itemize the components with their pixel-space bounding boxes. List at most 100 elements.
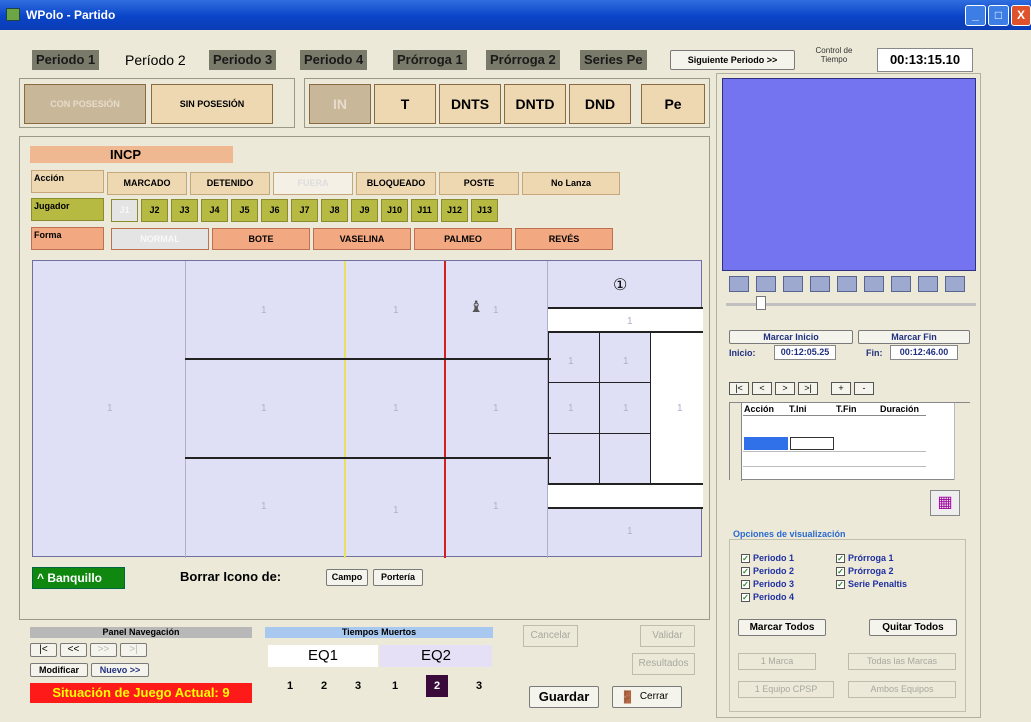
table-remove-button[interactable]: - (854, 382, 874, 395)
jugador-5-button[interactable]: J5 (231, 199, 258, 222)
forma-vaselina[interactable]: VASELINA (313, 228, 411, 250)
action-t-button[interactable]: T (374, 84, 436, 124)
action-in-button[interactable]: IN (309, 84, 371, 124)
timeout-eq2-2[interactable]: 2 (426, 675, 448, 697)
marcar-inicio-button[interactable]: Marcar Inicio (729, 330, 853, 344)
accion-fuera[interactable]: FUERA (273, 172, 353, 195)
accion-detenido[interactable]: DETENIDO (190, 172, 270, 195)
stop-icon[interactable] (783, 276, 803, 292)
jugador-3-button[interactable]: J3 (171, 199, 198, 222)
step-icon[interactable] (810, 276, 830, 292)
accion-poste[interactable]: POSTE (439, 172, 519, 195)
validar-button[interactable]: Validar (640, 625, 695, 647)
timeout-eq1-3[interactable]: 3 (347, 675, 369, 697)
tab-periodo-2[interactable]: Período 2 (121, 50, 190, 70)
close-button[interactable]: X (1011, 5, 1031, 26)
timeout-eq1-1[interactable]: 1 (279, 675, 301, 697)
inicio-field[interactable]: 00:12:05.25 (774, 345, 836, 360)
nav-last-button[interactable]: >| (120, 643, 147, 657)
video-player[interactable] (722, 78, 976, 271)
volume-icon[interactable] (945, 276, 965, 292)
check-periodo-1[interactable]: ✓ Periodo 1 (741, 553, 794, 564)
marcar-fin-button[interactable]: Marcar Fin (858, 330, 970, 344)
un-equipo-button[interactable]: 1 Equipo CPSP (738, 681, 834, 698)
resultados-button[interactable]: Resultados (632, 653, 695, 675)
action-dnd-button[interactable]: DND (569, 84, 631, 124)
frame-icon[interactable] (837, 276, 857, 292)
monitor-icon[interactable]: ▦ (930, 490, 960, 516)
table-last-button[interactable]: >| (798, 382, 818, 395)
una-marca-button[interactable]: 1 Marca (738, 653, 816, 670)
sin-posesion-button[interactable]: SIN POSESIÓN (151, 84, 273, 124)
jugador-10-button[interactable]: J10 (381, 199, 408, 222)
table-add-button[interactable]: + (831, 382, 851, 395)
jugador-13-button[interactable]: J13 (471, 199, 498, 222)
marcar-todos-button[interactable]: Marcar Todos (738, 619, 826, 636)
accion-no-lanza[interactable]: No Lanza (522, 172, 620, 195)
con-posesion-button[interactable]: CON POSESIÓN (24, 84, 146, 124)
quitar-todos-button[interactable]: Quitar Todos (869, 619, 957, 636)
check-periodo-3[interactable]: ✓ Periodo 3 (741, 579, 794, 590)
timeout-eq2-1[interactable]: 1 (384, 675, 406, 697)
forma-palmeo[interactable]: PALMEO (414, 228, 512, 250)
marks-table[interactable]: Acción T.Ini T.Fin Duración (729, 402, 970, 481)
cancelar-button[interactable]: Cancelar (523, 625, 578, 647)
jugador-7-button[interactable]: J7 (291, 199, 318, 222)
guardar-button[interactable]: Guardar (529, 686, 599, 708)
next-period-button[interactable]: Siguiente Periodo >> (670, 50, 795, 70)
nuevo-button[interactable]: Nuevo >> (91, 663, 149, 677)
check-prorroga-1[interactable]: ✓ Prórroga 1 (836, 553, 894, 564)
next-icon[interactable] (864, 276, 884, 292)
table-next-button[interactable]: > (775, 382, 795, 395)
nav-prev-button[interactable]: << (60, 643, 87, 657)
seek-handle[interactable] (756, 296, 766, 310)
timeout-eq1-2[interactable]: 2 (313, 675, 335, 697)
table-scrollbar[interactable] (954, 403, 970, 480)
jugador-11-button[interactable]: J11 (411, 199, 438, 222)
pause-icon[interactable] (756, 276, 776, 292)
campo-button[interactable]: Campo (326, 569, 368, 586)
tab-periodo-1[interactable]: Periodo 1 (32, 50, 100, 70)
check-periodo-4[interactable]: ✓ Periodo 4 (741, 592, 794, 603)
banquillo-button[interactable]: ^ Banquillo (32, 567, 125, 589)
jugador-6-button[interactable]: J6 (261, 199, 288, 222)
jugador-8-button[interactable]: J8 (321, 199, 348, 222)
forma-normal[interactable]: NORMAL (111, 228, 209, 250)
action-dnts-button[interactable]: DNTS (439, 84, 501, 124)
accion-bloqueado[interactable]: BLOQUEADO (356, 172, 436, 195)
accion-marcado[interactable]: MARCADO (107, 172, 187, 195)
forma-bote[interactable]: BOTE (212, 228, 310, 250)
jugador-1-button[interactable]: J1 (111, 199, 138, 222)
check-serie-penaltis[interactable]: ✓ Serie Penaltis (836, 579, 907, 590)
tab-prorroga-2[interactable]: Prórroga 2 (486, 50, 560, 70)
jugador-4-button[interactable]: J4 (201, 199, 228, 222)
tab-prorroga-1[interactable]: Prórroga 1 (393, 50, 467, 70)
check-prorroga-2[interactable]: ✓ Prórroga 2 (836, 566, 894, 577)
todas-marcas-button[interactable]: Todas las Marcas (848, 653, 956, 670)
jugador-12-button[interactable]: J12 (441, 199, 468, 222)
action-pe-button[interactable]: Pe (641, 84, 705, 124)
forma-reves[interactable]: REVÉS (515, 228, 613, 250)
timeout-eq2-3[interactable]: 3 (468, 675, 490, 697)
action-dntd-button[interactable]: DNTD (504, 84, 566, 124)
loop-icon[interactable] (918, 276, 938, 292)
play-icon[interactable] (729, 276, 749, 292)
check-periodo-2[interactable]: ✓ Periodo 2 (741, 566, 794, 577)
jugador-2-button[interactable]: J2 (141, 199, 168, 222)
tab-periodo-4[interactable]: Periodo 4 (300, 50, 368, 70)
tab-series-pe[interactable]: Series Pe (580, 50, 647, 70)
nav-first-button[interactable]: |< (30, 643, 57, 657)
table-prev-button[interactable]: < (752, 382, 772, 395)
maximize-button[interactable]: □ (988, 5, 1009, 26)
slow-icon[interactable] (891, 276, 911, 292)
fin-field[interactable]: 00:12:46.00 (890, 345, 958, 360)
porteria-button[interactable]: Portería (373, 569, 423, 586)
jugador-9-button[interactable]: J9 (351, 199, 378, 222)
nav-next-button[interactable]: >> (90, 643, 117, 657)
modificar-button[interactable]: Modificar (30, 663, 88, 677)
table-first-button[interactable]: |< (729, 382, 749, 395)
tab-periodo-3[interactable]: Periodo 3 (209, 50, 277, 70)
pool-field[interactable]: ① ♝ 1 1 1 1 1 1 1 1 1 1 1 1 1 1 1 1 1 (32, 260, 703, 558)
ambos-equipos-button[interactable]: Ambos Equipos (848, 681, 956, 698)
minimize-button[interactable]: _ (965, 5, 986, 26)
